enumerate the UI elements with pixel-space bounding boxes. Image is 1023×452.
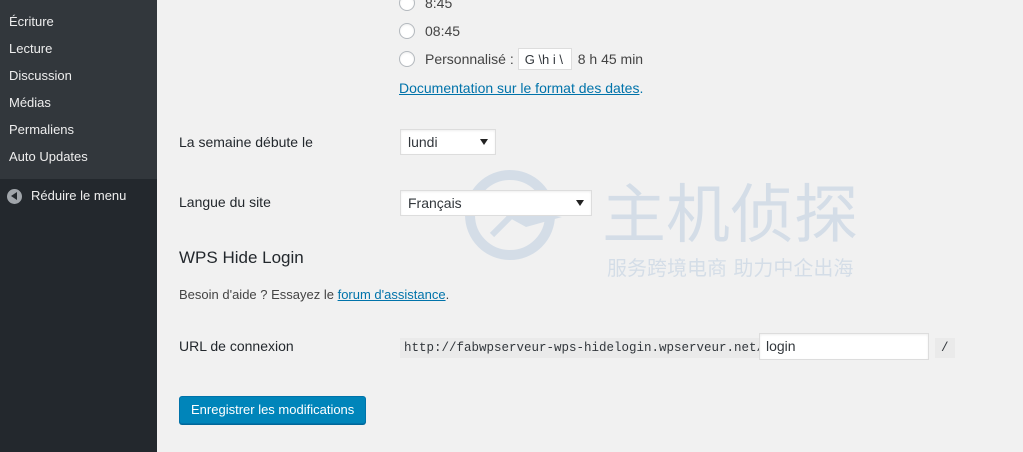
settings-content: 主机侦探 服务跨境电商 助力中企出海 8:45 08:45 Personnali… xyxy=(157,0,1023,452)
section-title: WPS Hide Login xyxy=(179,248,304,267)
time-format-option-label: 08:45 xyxy=(425,23,461,39)
custom-time-preview: 8 h 45 min xyxy=(577,51,644,67)
doc-link-suffix: . xyxy=(639,80,644,96)
support-forum-link[interactable]: forum d'assistance xyxy=(338,287,446,302)
collapse-arrow-icon xyxy=(7,188,22,204)
sidebar-item-medias[interactable]: Médias xyxy=(9,93,51,113)
radio-button[interactable] xyxy=(399,51,415,67)
watermark-title: 主机侦探 xyxy=(602,179,858,253)
date-format-doc: Documentation sur le format des dates. xyxy=(399,80,643,96)
date-format-doc-link[interactable]: Documentation sur le format des dates xyxy=(399,80,639,96)
time-format-option-label: 8:45 xyxy=(425,0,453,11)
login-slug-input[interactable]: login xyxy=(759,333,929,360)
site-language-select[interactable]: Français xyxy=(400,190,592,216)
sidebar-item-permaliens[interactable]: Permaliens xyxy=(9,120,74,140)
sidebar-item-ecriture[interactable]: Écriture xyxy=(9,12,54,32)
site-language-value: Français xyxy=(408,195,462,211)
time-format-option-1[interactable]: 8:45 xyxy=(399,0,452,14)
sidebar-item-discussion[interactable]: Discussion xyxy=(9,66,72,86)
time-format-option-2[interactable]: 08:45 xyxy=(399,20,460,42)
settings-submenu: Écriture Lecture Discussion Médias Perma… xyxy=(0,0,157,179)
week-start-select[interactable]: lundi xyxy=(400,129,496,155)
help-prefix: Besoin d'aide ? Essayez le xyxy=(179,287,338,302)
site-language-label: Langue du site xyxy=(179,194,271,210)
week-start-value: lundi xyxy=(408,134,438,150)
watermark-logo: 主机侦探 服务跨境电商 助力中企出海 xyxy=(462,165,902,290)
watermark-subtitle: 服务跨境电商 助力中企出海 xyxy=(607,256,853,280)
sidebar-item-auto-updates[interactable]: Auto Updates xyxy=(9,147,88,167)
login-url-suffix: / xyxy=(935,338,955,358)
chevron-down-icon xyxy=(576,200,584,206)
chevron-down-icon xyxy=(480,139,488,145)
admin-sidebar: Écriture Lecture Discussion Médias Perma… xyxy=(0,0,157,452)
collapse-menu-label: Réduire le menu xyxy=(31,188,127,203)
week-start-label: La semaine débute le xyxy=(179,134,313,150)
help-text: Besoin d'aide ? Essayez le forum d'assis… xyxy=(179,287,449,302)
login-url-label: URL de connexion xyxy=(179,338,294,354)
time-format-option-label: Personnalisé : xyxy=(425,51,514,67)
radio-button[interactable] xyxy=(399,0,415,11)
collapse-menu-button[interactable]: Réduire le menu xyxy=(7,186,126,206)
radio-button[interactable] xyxy=(399,23,415,39)
sidebar-item-lecture[interactable]: Lecture xyxy=(9,39,52,59)
help-suffix: . xyxy=(445,287,450,302)
login-url-prefix: http://fabwpserveur-wps-hidelogin.wpserv… xyxy=(400,338,769,358)
time-format-option-custom[interactable]: Personnalisé : G \h i \ 8 h 45 min xyxy=(399,48,643,70)
save-changes-button[interactable]: Enregistrer les modifications xyxy=(179,396,367,424)
custom-time-format-input[interactable]: G \h i \ xyxy=(517,48,572,70)
